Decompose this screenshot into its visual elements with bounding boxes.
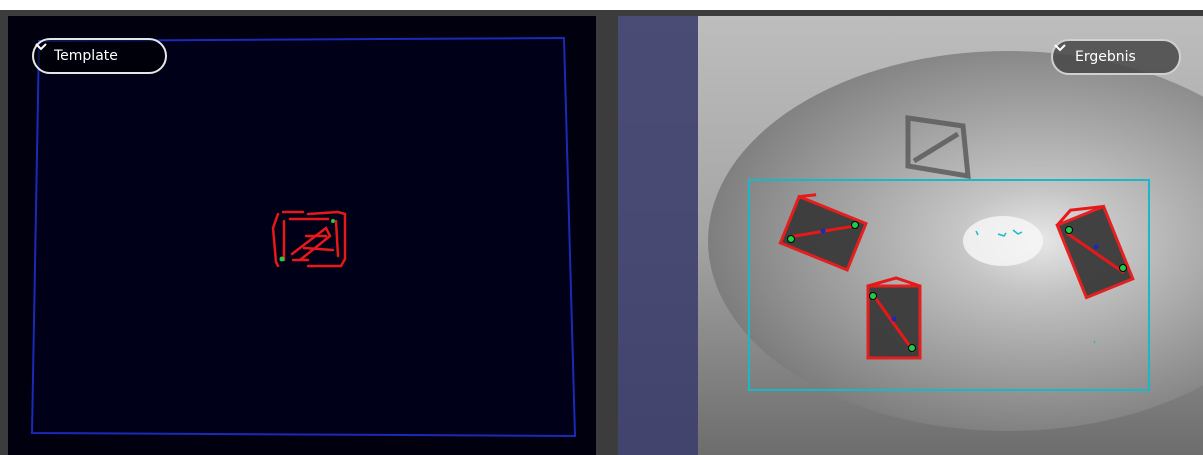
match-point xyxy=(851,221,859,229)
match-center xyxy=(820,228,826,234)
match-point xyxy=(1119,264,1127,272)
template-frame xyxy=(30,36,577,438)
result-dropdown[interactable]: Ergebnis xyxy=(1051,39,1181,75)
chevron-down-icon xyxy=(1054,44,1066,52)
app-root: Template Ergebnis xyxy=(0,0,1203,455)
result-view[interactable]: Ergebnis xyxy=(618,16,1203,455)
top-strip xyxy=(0,0,1203,10)
match-center xyxy=(1093,244,1099,250)
match-center xyxy=(891,316,897,322)
chevron-down-icon xyxy=(35,43,47,51)
sidebar-overlay xyxy=(618,16,698,455)
result-canvas xyxy=(618,16,1203,455)
match-point xyxy=(787,235,795,243)
match-point xyxy=(869,292,877,300)
result-dropdown-label: Ergebnis xyxy=(1075,49,1136,65)
template-view[interactable]: Template xyxy=(8,16,596,455)
template-point xyxy=(279,256,285,262)
template-point xyxy=(331,219,335,223)
match-point xyxy=(1065,226,1073,234)
match-point xyxy=(908,344,916,352)
template-canvas xyxy=(8,16,596,455)
template-dropdown-label: Template xyxy=(54,48,118,64)
template-dropdown[interactable]: Template xyxy=(32,38,167,74)
